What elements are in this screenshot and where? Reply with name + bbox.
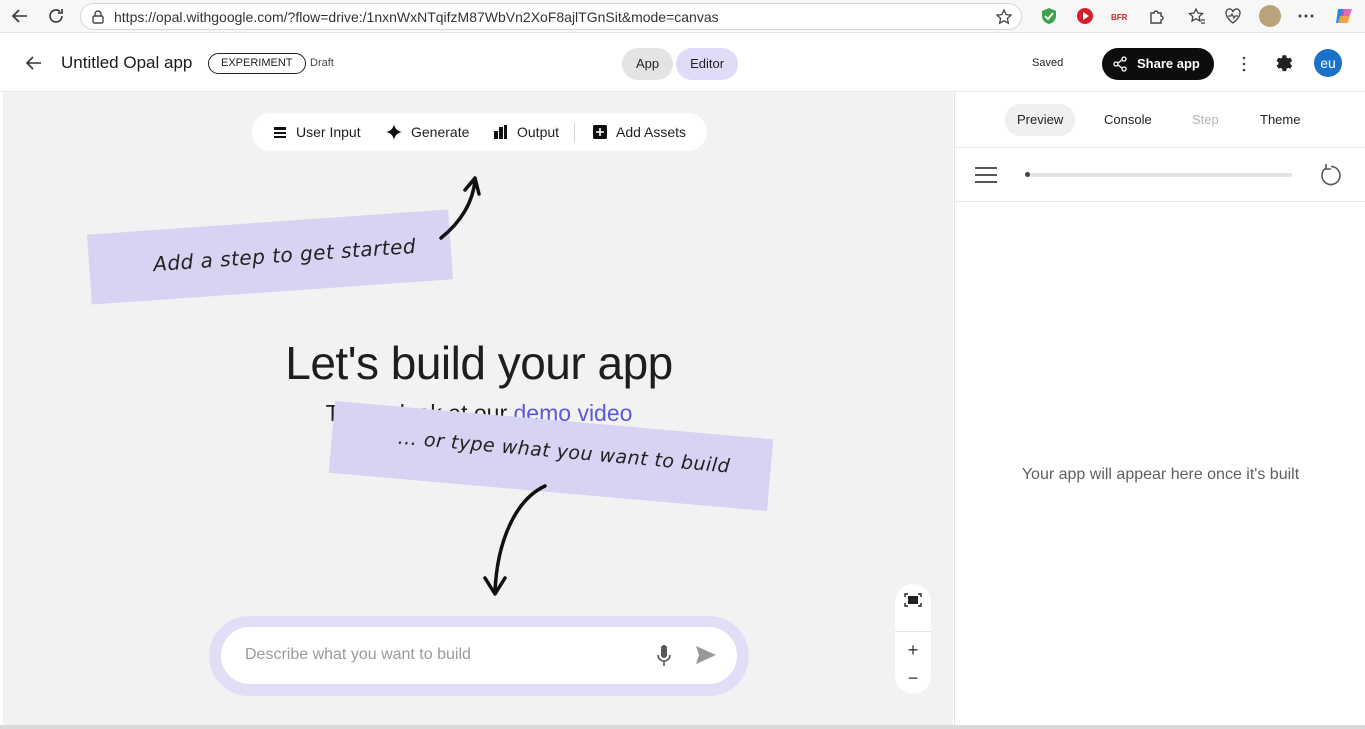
favorite-star-icon[interactable] [995, 8, 1013, 31]
copilot-icon[interactable] [1334, 6, 1354, 26]
user-input-label: User Input [296, 124, 361, 140]
user-avatar[interactable]: eu [1314, 49, 1342, 77]
browser-toolbar: https://opal.withgoogle.com/?flow=drive:… [0, 0, 1365, 33]
hint-arrow-up-icon [439, 176, 481, 240]
restart-icon[interactable] [1319, 163, 1343, 192]
output-bars-icon [493, 124, 509, 140]
app-title[interactable]: Untitled Opal app [61, 53, 192, 73]
output-tool[interactable]: Output [493, 113, 559, 151]
more-options-icon[interactable] [1236, 54, 1252, 74]
refresh-icon[interactable] [44, 5, 68, 27]
share-app-button[interactable]: Share app [1102, 48, 1214, 80]
sparkle-icon [385, 123, 403, 141]
prompt-container [209, 616, 749, 696]
page-heading: Let's build your app [285, 337, 673, 389]
empty-preview-message: Your app will appear here once it's buil… [1021, 466, 1300, 483]
record-extension-icon[interactable] [1075, 6, 1095, 26]
editor-mode-button[interactable]: Editor [676, 48, 739, 80]
zoom-in-icon[interactable]: + [895, 636, 931, 664]
generate-label: Generate [411, 124, 470, 140]
tab-console[interactable]: Console [1092, 104, 1164, 136]
app-mode-button[interactable]: App [622, 48, 674, 80]
add-box-icon [592, 124, 608, 140]
microphone-icon[interactable] [656, 644, 672, 673]
add-assets-tool[interactable]: Add Assets [592, 113, 686, 151]
back-icon[interactable] [8, 5, 32, 27]
draft-status: Draft [310, 57, 334, 69]
svg-text:BFR: BFR [1111, 13, 1128, 22]
address-bar[interactable]: https://opal.withgoogle.com/?flow=drive:… [80, 3, 1022, 30]
back-arrow-icon[interactable] [22, 51, 46, 75]
share-icon [1113, 56, 1127, 72]
user-input-icon [272, 124, 288, 140]
preview-controls [955, 148, 1365, 202]
zoom-divider [895, 631, 931, 632]
tab-theme[interactable]: Theme [1248, 104, 1312, 136]
mode-toggle: App Editor [622, 48, 739, 80]
add-assets-label: Add Assets [616, 124, 687, 140]
health-icon[interactable] [1223, 6, 1243, 26]
app-header: Untitled Opal app EXPERIMENT Draft App E… [0, 34, 1365, 92]
menu-icon[interactable] [975, 167, 997, 188]
progress-track [1025, 172, 1292, 177]
toolbar-divider [574, 123, 575, 143]
output-label: Output [517, 124, 560, 140]
share-app-label: Share app [1137, 56, 1200, 71]
tab-preview[interactable]: Preview [1005, 104, 1076, 136]
shield-extension-icon[interactable] [1039, 6, 1059, 26]
hint-note-add-step: Add a step to get started [86, 209, 454, 305]
settings-gear-icon[interactable] [1272, 52, 1294, 79]
send-icon[interactable] [695, 645, 717, 670]
prompt-box [221, 627, 737, 684]
fit-to-screen-icon[interactable] [895, 586, 931, 614]
hint-note-type-text: ... or type what you want to build [397, 426, 732, 478]
site-info-icon[interactable] [90, 9, 106, 30]
hint-note-add-step-text: Add a step to get started [152, 233, 417, 277]
profile-avatar-icon[interactable] [1259, 5, 1281, 27]
tab-step[interactable]: Step [1180, 104, 1231, 136]
window-bottom-edge [0, 725, 1365, 729]
saved-status: Saved [1032, 57, 1064, 69]
hint-arrow-down-icon [483, 484, 547, 596]
experiment-badge: EXPERIMENT [208, 53, 306, 74]
puzzle-extensions-icon[interactable] [1147, 6, 1167, 26]
progress-indicator [1025, 172, 1030, 177]
more-menu-icon[interactable] [1296, 6, 1316, 26]
panel-tabs: Preview Console Step Theme [955, 92, 1365, 148]
build-prompt-input[interactable] [245, 641, 625, 669]
bfr-extension-icon[interactable]: BFR [1111, 6, 1131, 26]
zoom-out-icon[interactable]: − [895, 664, 931, 692]
zoom-controls: + − [895, 584, 931, 694]
editor-canvas[interactable]: User Input Generate Output Add Assets Ad… [3, 92, 953, 725]
preview-panel: Preview Console Step Theme Your app will… [954, 92, 1365, 725]
favorites-icon[interactable] [1187, 6, 1207, 26]
step-toolbar: User Input Generate Output Add Assets [252, 113, 707, 151]
generate-tool[interactable]: Generate [385, 113, 469, 151]
url-text: https://opal.withgoogle.com/?flow=drive:… [114, 9, 719, 25]
user-input-tool[interactable]: User Input [272, 113, 361, 151]
